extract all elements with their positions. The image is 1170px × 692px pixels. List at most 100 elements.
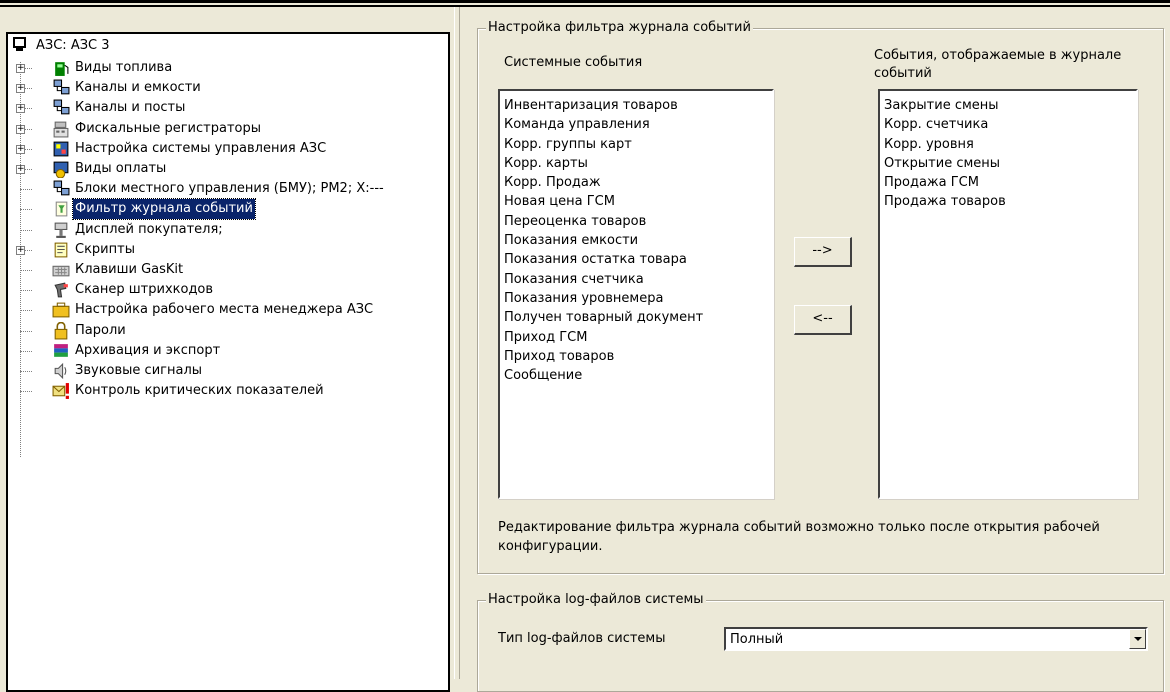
splitter[interactable] (454, 7, 460, 679)
tree-item-label: Дисплей покупателя; (75, 221, 223, 237)
system-event-item[interactable]: Переоценка товаров (500, 212, 772, 231)
journal-events-list[interactable]: Закрытие смены Корр. счетчика Корр. уровня… (878, 89, 1138, 499)
journal-event-item[interactable]: Продажа товаров (880, 192, 1136, 211)
journal-event-item[interactable]: Открытие смены (880, 154, 1136, 173)
config-tree[interactable]: АЗС: АЗС 3 + Виды топлива + Каналы и емкост… (6, 32, 450, 692)
tree-item[interactable]: Пароли (8, 321, 448, 341)
journal-events-label: События, отображаемые в журнале событий (874, 48, 1122, 81)
system-event-item[interactable]: Инвентаризация товаров (500, 96, 772, 115)
tree-item-label: Фискальные регистраторы (75, 120, 261, 136)
display-icon (54, 222, 68, 238)
tree-item-label: Архивация и экспорт (75, 342, 221, 358)
system-event-item[interactable]: Показания уровнемера (500, 289, 772, 308)
system-events-list[interactable]: Инвентаризация товаров Команда управления… (498, 89, 774, 499)
network-device-icon (53, 180, 70, 196)
system-event-item[interactable]: Получен товарный документ (500, 308, 772, 327)
tree-item[interactable]: + Каналы и емкости (8, 78, 448, 98)
tree-item[interactable]: Контроль критических показателей (8, 381, 448, 401)
tree-item[interactable]: Клавиши GasKit (8, 260, 448, 280)
log-files-group-title: Настройка log-файлов системы (486, 592, 706, 608)
log-type-label: Тип log-файлов системы (498, 631, 666, 646)
tree-item[interactable]: Сканер штрихкодов (8, 280, 448, 300)
tree-item-label: Каналы и посты (75, 100, 186, 116)
expand-icon[interactable]: + (16, 124, 25, 134)
tree-item-label: Фильтр журнала событий (72, 198, 256, 221)
top-border (0, 0, 1170, 3)
system-event-item[interactable]: Приход ГСМ (500, 328, 772, 347)
filter-icon (55, 201, 68, 217)
cash-register-icon (53, 121, 69, 138)
tree-connector (20, 391, 32, 393)
log-type-value: Полный (730, 632, 784, 647)
tree-item-label: Настройка рабочего места менеджера АЗС (75, 302, 374, 318)
remove-event-button[interactable]: <-- (794, 305, 852, 335)
tree-item[interactable]: Архивация и экспорт (8, 341, 448, 361)
expand-icon[interactable]: + (16, 165, 25, 174)
tree-item-label: Звуковые сигналы (75, 363, 203, 378)
tree-item-label: Контроль критических показателей (75, 383, 324, 399)
computer-icon (13, 37, 26, 51)
system-event-item[interactable]: Корр. Продаж (500, 173, 772, 192)
tree-item[interactable]: + Настройка системы управления АЗС (8, 139, 448, 159)
fuel-pump-icon (55, 62, 69, 76)
expand-icon[interactable]: + (16, 104, 25, 114)
system-events-label: Системные события (504, 55, 643, 70)
system-event-item[interactable]: Сообщение (500, 366, 772, 385)
speaker-icon (54, 362, 67, 380)
system-event-item[interactable]: Показания счетчика (500, 270, 772, 289)
tree-item-label: Настройка системы управления АЗС (75, 140, 327, 156)
briefcase-icon (52, 302, 70, 318)
system-event-item[interactable]: Корр. группы карт (500, 135, 772, 154)
journal-event-item[interactable]: Корр. счетчика (880, 115, 1136, 134)
dropdown-button[interactable] (1129, 629, 1146, 649)
tree-item-label: Виды оплаты (75, 161, 167, 176)
system-event-item[interactable]: Показания емкости (500, 231, 772, 250)
tree-item-label: Блоки местного управления (БМУ); РМ2; X:… (75, 181, 384, 197)
log-files-group: Настройка log-файлов системы Тип log-фай… (477, 592, 1164, 692)
top-border-inner (0, 5, 1170, 7)
expand-icon[interactable]: + (16, 245, 25, 255)
tree-item[interactable]: Дисплей покупателя; (8, 220, 448, 240)
tree-item[interactable]: Блоки местного управления (БМУ); РМ2; X:… (8, 179, 448, 199)
edit-note: Редактирование фильтра журнала событий в… (498, 520, 1100, 554)
tree-connector (20, 229, 32, 231)
event-filter-group: Настройка фильтра журнала событий Систем… (477, 20, 1164, 574)
tree-connector (20, 371, 32, 372)
add-event-button[interactable]: --> (794, 237, 852, 267)
tree-connector (20, 209, 32, 211)
system-event-item[interactable]: Приход товаров (500, 347, 772, 366)
log-type-select[interactable]: Полный (724, 627, 1148, 651)
system-event-item[interactable]: Команда управления (500, 115, 772, 134)
script-icon (54, 242, 68, 258)
tree-root-label: АЗС: АЗС 3 (36, 38, 110, 53)
keyboard-icon (52, 265, 70, 277)
tree-item[interactable]: Фильтр журнала событий (8, 198, 448, 221)
event-filter-group-title: Настройка фильтра журнала событий (486, 20, 753, 36)
system-event-item[interactable]: Показания остатка товара (500, 250, 772, 269)
expand-icon[interactable]: + (16, 144, 25, 154)
tree-item[interactable]: + Скрипты (8, 240, 448, 260)
barcode-scanner-icon (54, 282, 68, 298)
journal-event-item[interactable]: Закрытие смены (880, 96, 1136, 115)
tree-connector (20, 270, 32, 271)
tree-item[interactable]: + Виды оплаты (8, 159, 448, 179)
expand-icon[interactable]: + (16, 64, 25, 73)
network-device-icon (53, 79, 70, 95)
system-event-item[interactable]: Новая цена ГСМ (500, 192, 772, 211)
tree-item-label: Клавиши GasKit (75, 262, 184, 277)
tree-item[interactable]: Звуковые сигналы (8, 361, 448, 381)
tree-item[interactable]: Настройка рабочего места менеджера АЗС (8, 300, 448, 320)
tree-item-label: Пароли (75, 322, 126, 338)
journal-event-item[interactable]: Продажа ГСМ (880, 173, 1136, 192)
tree-item[interactable]: + Виды топлива (8, 58, 448, 78)
tree-item[interactable]: + Каналы и посты (8, 98, 448, 118)
expand-icon[interactable]: + (16, 84, 25, 94)
system-event-item[interactable]: Корр. карты (500, 154, 772, 173)
control-panel-icon (53, 141, 69, 157)
tree-item-label: Скрипты (75, 241, 135, 257)
lock-icon (54, 321, 68, 340)
tree-item[interactable]: + Фискальные регистраторы (8, 119, 448, 139)
journal-event-item[interactable]: Корр. уровня (880, 135, 1136, 154)
tree-connector (20, 330, 32, 332)
payment-icon (53, 161, 69, 178)
